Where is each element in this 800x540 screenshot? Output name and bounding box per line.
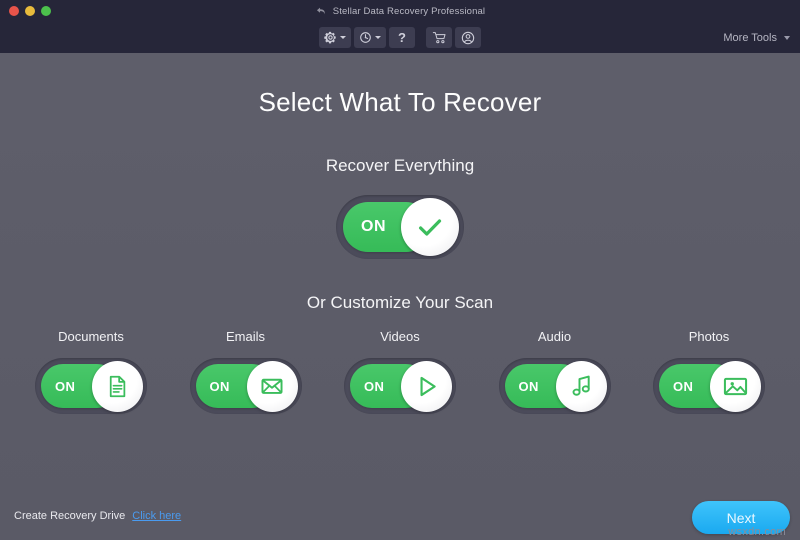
toggle-state-label: ON bbox=[209, 378, 230, 394]
help-button[interactable]: ? bbox=[389, 27, 415, 48]
master-toggle-wrap: ON bbox=[0, 195, 800, 259]
chevron-down-icon bbox=[375, 36, 381, 39]
emails-toggle[interactable]: ON bbox=[189, 358, 302, 414]
toggle-knob[interactable] bbox=[710, 360, 761, 412]
audio-toggle[interactable]: ON bbox=[498, 358, 611, 414]
question-mark-icon: ? bbox=[398, 30, 406, 45]
clock-history-icon bbox=[360, 32, 371, 43]
recovery-drive-group: Create Recovery Drive Click here bbox=[14, 510, 181, 522]
recover-everything-toggle[interactable]: ON bbox=[336, 195, 464, 259]
picture-image-icon bbox=[723, 377, 748, 395]
minimize-window-button[interactable] bbox=[25, 6, 35, 16]
window-title: Stellar Data Recovery Professional bbox=[332, 5, 486, 17]
maximize-window-button[interactable] bbox=[41, 6, 51, 16]
category-videos: Videos ON bbox=[335, 329, 465, 414]
toolbar-group-primary: ? bbox=[319, 27, 415, 48]
toggle-knob[interactable] bbox=[555, 360, 607, 412]
window-controls bbox=[0, 6, 51, 16]
toggle-state-label: ON bbox=[518, 378, 539, 394]
envelope-icon bbox=[261, 378, 283, 394]
category-label: Emails bbox=[225, 329, 265, 344]
category-documents: Documents ON bbox=[26, 329, 156, 414]
category-label: Photos bbox=[688, 329, 730, 344]
toggle-knob[interactable] bbox=[401, 360, 452, 412]
main-content: Select What To Recover Recover Everythin… bbox=[0, 53, 800, 540]
category-emails: Emails ON bbox=[181, 329, 311, 414]
category-label: Videos bbox=[380, 329, 420, 344]
chevron-down-icon bbox=[340, 36, 346, 39]
music-note-icon bbox=[572, 375, 590, 396]
videos-toggle[interactable]: ON bbox=[344, 358, 456, 414]
toggle-state-label: ON bbox=[361, 218, 386, 235]
chevron-down-icon bbox=[784, 35, 790, 40]
titlebar-center: Stellar Data Recovery Professional bbox=[0, 0, 800, 22]
document-icon bbox=[109, 375, 126, 397]
toggle-state-label: ON bbox=[673, 378, 694, 394]
category-photos: Photos ON bbox=[644, 329, 774, 414]
category-label: Documents bbox=[58, 329, 124, 344]
documents-toggle[interactable]: ON bbox=[35, 358, 147, 414]
recover-everything-label: Recover Everything bbox=[325, 156, 475, 175]
category-label: Audio bbox=[537, 329, 572, 344]
back-arrow-icon bbox=[316, 7, 325, 14]
toggle-knob[interactable] bbox=[401, 198, 459, 256]
more-tools-label: More Tools bbox=[723, 31, 777, 44]
category-row: Documents ON Emails ON Videos ON Audio O… bbox=[0, 329, 800, 414]
cart-button[interactable] bbox=[426, 27, 452, 48]
customize-scan-label: Or Customize Your Scan bbox=[306, 293, 494, 312]
photos-toggle[interactable]: ON bbox=[653, 358, 765, 414]
toggle-knob[interactable] bbox=[92, 360, 143, 412]
recovery-drive-link[interactable]: Click here bbox=[132, 510, 181, 522]
shopping-cart-icon bbox=[432, 32, 446, 44]
footer-bar: Create Recovery Drive Click here Next ws… bbox=[0, 492, 800, 540]
toggle-knob[interactable] bbox=[246, 360, 298, 412]
titlebar: Stellar Data Recovery Professional bbox=[0, 0, 800, 22]
recovery-drive-label: Create Recovery Drive bbox=[14, 510, 126, 522]
app-window: Stellar Data Recovery Professional ? Mor… bbox=[0, 0, 800, 540]
play-triangle-icon bbox=[420, 376, 436, 396]
category-audio: Audio ON bbox=[490, 329, 620, 414]
account-button[interactable] bbox=[455, 27, 481, 48]
history-button[interactable] bbox=[354, 27, 386, 48]
toolbar-group-account bbox=[426, 27, 481, 48]
user-account-icon bbox=[461, 31, 475, 44]
close-window-button[interactable] bbox=[9, 6, 19, 16]
settings-button[interactable] bbox=[319, 27, 351, 48]
more-tools-menu[interactable]: More Tools bbox=[723, 22, 790, 53]
gear-icon bbox=[324, 31, 336, 44]
page-title: Select What To Recover bbox=[258, 87, 542, 117]
toggle-state-label: ON bbox=[55, 378, 76, 394]
toolbar: ? More Tools bbox=[0, 22, 800, 53]
next-button[interactable]: Next bbox=[692, 501, 790, 534]
toggle-state-label: ON bbox=[364, 378, 385, 394]
checkmark-icon bbox=[419, 219, 442, 236]
